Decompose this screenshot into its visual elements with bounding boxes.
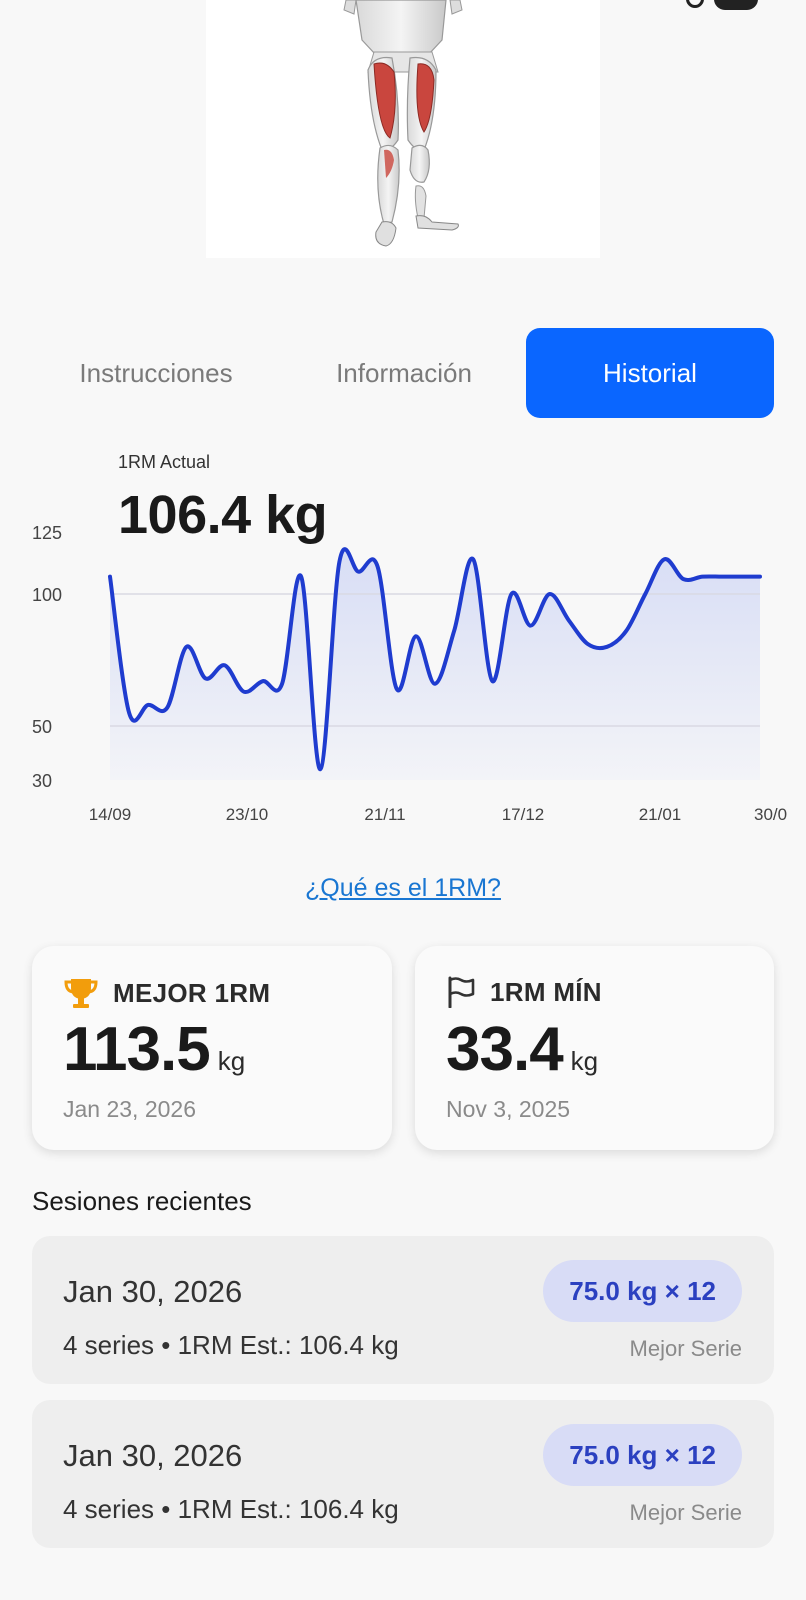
best-set-label: Mejor Serie: [629, 1336, 742, 1361]
tab-bar: Instrucciones Información Historial: [32, 328, 774, 418]
session-info: 4 series • 1RM Est.: 106.4 kg: [63, 1494, 399, 1524]
session-date: Jan 30, 2026: [63, 1438, 243, 1473]
chart-point: [739, 575, 743, 579]
chart-point: [624, 629, 628, 633]
chart-point: [337, 560, 341, 564]
x-tick-label: 30/0: [754, 805, 787, 824]
chart-point: [204, 676, 208, 680]
best-set-label: Mejor Serie: [629, 1500, 742, 1525]
chart-point: [605, 645, 609, 649]
best-1rm-date: Jan 23, 2026: [63, 1096, 197, 1122]
chart-point: [758, 575, 762, 579]
min-1rm-card: 1RM MÍN 33.4 kg Nov 3, 2025: [415, 946, 774, 1150]
chart-area-fill: [110, 549, 760, 780]
flag-icon: [448, 976, 475, 1008]
best-1rm-card: MEJOR 1RM 113.5 kg Jan 23, 2026: [32, 946, 392, 1150]
best-1rm-header: MEJOR 1RM: [63, 976, 270, 1010]
tab-instrucciones[interactable]: Instrucciones: [32, 328, 280, 418]
chart-point: [471, 557, 475, 561]
y-tick-label: 30: [32, 771, 52, 791]
chart-point: [223, 663, 227, 667]
x-tick-label: 23/10: [226, 805, 269, 824]
chart-point: [567, 618, 571, 622]
chart-point: [261, 679, 265, 683]
session-info: 4 series • 1RM Est.: 106.4 kg: [63, 1330, 399, 1360]
chart-point: [146, 703, 150, 707]
best-1rm-value-row: 113.5 kg: [63, 1014, 245, 1085]
chart-point: [643, 592, 647, 596]
chart-point: [242, 690, 246, 694]
chart-point: [357, 570, 361, 574]
min-1rm-unit: kg: [570, 1046, 599, 1076]
1rm-history-chart: 125 100 50 30 14/09 23/10 21/11 17/12 21/01 30/0: [32, 523, 787, 824]
chart-point: [318, 767, 322, 771]
tab-informacion[interactable]: Información: [280, 328, 528, 418]
chart-point: [127, 711, 131, 715]
best-set-badge: 75.0 kg × 12: [543, 1260, 742, 1322]
chart-point: [682, 577, 686, 581]
session-date: Jan 30, 2026: [63, 1274, 243, 1309]
chart-point: [586, 642, 590, 646]
chart-point: [720, 575, 724, 579]
min-1rm-value: 33.4: [446, 1015, 564, 1084]
chart-point: [662, 557, 666, 561]
min-1rm-label: 1RM MÍN: [490, 976, 602, 1007]
exercise-illustration: [206, 0, 600, 258]
chart-point: [490, 679, 494, 683]
chart-point: [108, 575, 112, 579]
chart-point: [529, 624, 533, 628]
min-1rm-date: Nov 3, 2025: [446, 1096, 571, 1122]
chart-point: [395, 687, 399, 691]
tab-historial[interactable]: Historial: [526, 328, 774, 418]
battery-icon: [714, 0, 758, 10]
best-set-badge: 75.0 kg × 12: [543, 1424, 742, 1486]
what-is-1rm-link[interactable]: ¿Qué es el 1RM?: [0, 874, 806, 903]
chart-point: [414, 634, 418, 638]
y-tick-label: 125: [32, 523, 62, 543]
x-tick-label: 17/12: [502, 805, 545, 824]
chart-point: [452, 629, 456, 633]
muscle-figure-icon: [343, 0, 463, 247]
x-tick-label: 21/11: [364, 805, 405, 824]
chart-point: [433, 682, 437, 686]
chart-point: [701, 575, 705, 579]
session-item[interactable]: Jan 30, 2026 4 series • 1RM Est.: 106.4 …: [32, 1400, 774, 1548]
status-indicator-icon: [686, 0, 704, 8]
chart-point: [165, 706, 169, 710]
chart-point: [280, 682, 284, 686]
chart-point: [184, 645, 188, 649]
best-1rm-value: 113.5: [63, 1015, 211, 1084]
best-1rm-label: MEJOR 1RM: [113, 977, 271, 1008]
chart-point: [299, 575, 303, 579]
chart-point: [376, 565, 380, 569]
x-tick-label: 21/01: [639, 805, 682, 824]
chart-point: [509, 592, 513, 596]
best-1rm-unit: kg: [217, 1046, 246, 1076]
y-tick-label: 100: [32, 585, 62, 605]
x-tick-label: 14/09: [89, 805, 132, 824]
min-1rm-value-row: 33.4 kg: [446, 1014, 598, 1085]
y-tick-label: 50: [32, 717, 52, 737]
recent-sessions-title: Sesiones recientes: [32, 1186, 252, 1216]
chart-point: [548, 592, 552, 596]
trophy-icon: [64, 979, 98, 1008]
status-icons: [686, 0, 758, 10]
current-1rm-label: 1RM Actual: [118, 452, 211, 472]
session-item[interactable]: Jan 30, 2026 4 series • 1RM Est.: 106.4 …: [32, 1236, 774, 1384]
min-1rm-header: 1RM MÍN: [446, 976, 602, 1008]
